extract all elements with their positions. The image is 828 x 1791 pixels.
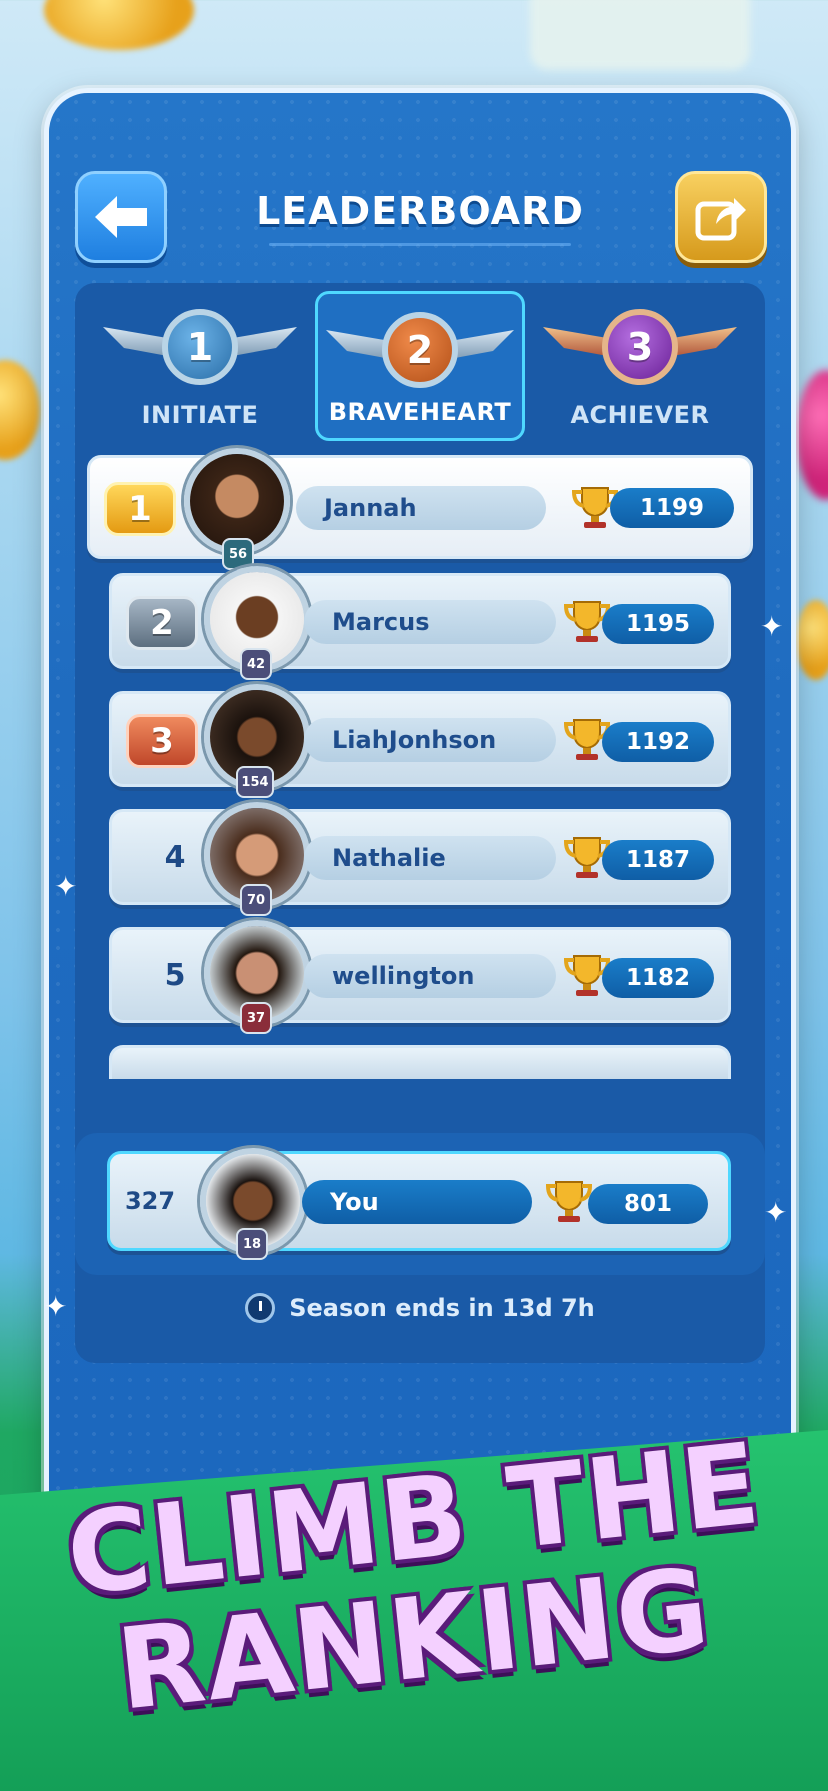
clock-icon (245, 1293, 276, 1323)
score: 801 (588, 1184, 708, 1224)
tab-achiever[interactable]: 3 ACHIEVER (535, 291, 745, 441)
tab-braveheart[interactable]: 2 BRAVEHEART (315, 291, 525, 441)
leaderboard-row-partial (109, 1045, 731, 1079)
background-ball (796, 370, 828, 500)
tier-label: BRAVEHEART (328, 398, 512, 426)
leaderboard-panel: LEADERBOARD 1 INITIATE 2 BRAVEHEART 3 AC (44, 88, 796, 1648)
share-icon (695, 198, 746, 241)
title-divider (269, 243, 571, 246)
sparkle-decoration: ✦ (54, 870, 78, 903)
tier-badge: 1 (162, 309, 238, 385)
leaderboard-row[interactable]: 4 70 Nathalie 1187 (109, 802, 731, 916)
tier-badge: 3 (602, 309, 678, 385)
trophy-icon (545, 1181, 593, 1222)
share-button[interactable] (675, 171, 767, 263)
level-badge: 154 (236, 766, 274, 798)
tier-badge: 2 (382, 312, 458, 388)
tier-tabs: 1 INITIATE 2 BRAVEHEART 3 ACHIEVER (95, 291, 745, 441)
leaderboard-row[interactable]: 1 56 Jannah 1199 (87, 448, 753, 570)
rank-medal-silver: 2 (126, 596, 198, 650)
background-coin (0, 360, 40, 460)
player-name: Marcus (304, 600, 556, 644)
background-coin (796, 600, 828, 680)
player-name: Nathalie (304, 836, 556, 880)
score: 1182 (602, 958, 714, 998)
background-coin (44, 0, 194, 50)
leaderboard-row[interactable]: 3 154 LiahJonhson 1192 (109, 684, 731, 798)
rank-medal-gold: 1 (104, 482, 176, 536)
tier-label: INITIATE (141, 401, 259, 429)
tab-initiate[interactable]: 1 INITIATE (95, 291, 305, 441)
season-timer: Season ends in 13d 7h (49, 1293, 791, 1323)
tier-label: ACHIEVER (570, 401, 710, 429)
level-badge: 42 (240, 648, 272, 680)
score: 1187 (602, 840, 714, 880)
rank-medal-bronze: 3 (126, 714, 198, 768)
score: 1199 (610, 488, 734, 528)
leaderboard-row[interactable]: 2 42 Marcus 1195 (109, 566, 731, 680)
player-name: You (302, 1180, 532, 1224)
background-domino (530, 0, 750, 70)
score: 1192 (602, 722, 714, 762)
player-name: wellington (304, 954, 556, 998)
current-player-row[interactable]: 327 18 You 801 (107, 1148, 731, 1260)
level-badge: 18 (236, 1228, 268, 1260)
level-badge: 70 (240, 884, 272, 916)
leaderboard-row[interactable]: 5 37 wellington 1182 (109, 920, 731, 1034)
score: 1195 (602, 604, 714, 644)
sparkle-decoration: ✦ (760, 610, 784, 643)
level-badge: 56 (222, 538, 254, 570)
level-badge: 37 (240, 1002, 272, 1034)
rank-number: 327 (124, 1187, 176, 1215)
sparkle-decoration: ✦ (764, 1196, 788, 1229)
player-name: LiahJonhson (304, 718, 556, 762)
sparkle-decoration: ✦ (44, 1290, 68, 1323)
season-text: Season ends in 13d 7h (289, 1294, 595, 1322)
player-name: Jannah (296, 486, 546, 530)
